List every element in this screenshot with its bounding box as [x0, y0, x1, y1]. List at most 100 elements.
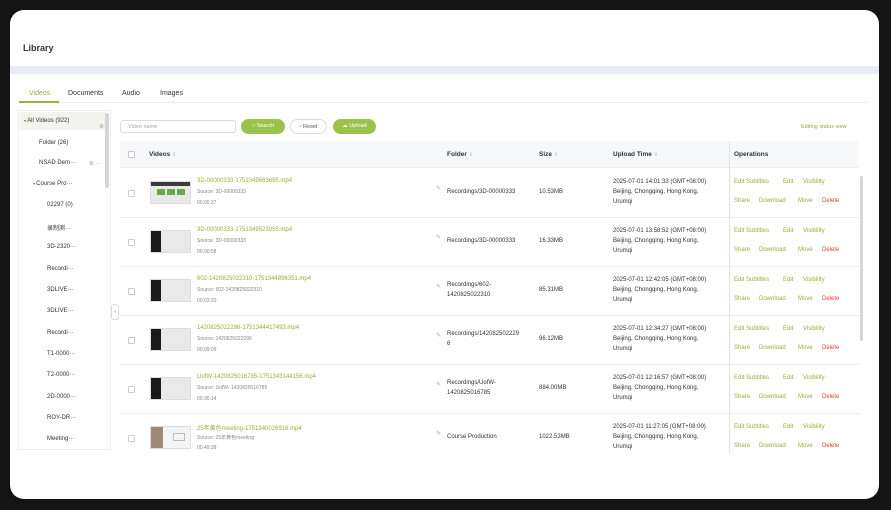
folder-path: Recordings/602-	[447, 282, 492, 288]
folder-path-cont: 1420825016785	[447, 390, 491, 396]
video-thumbnail[interactable]	[150, 279, 191, 302]
folder-cell: Recordings/142082502229 6	[447, 329, 519, 349]
upload-time-line: Urumqi	[613, 346, 633, 352]
operations-column-divider	[729, 141, 859, 453]
video-duration: 00:00:37	[197, 200, 217, 206]
tree-item-3dlive-1[interactable]: 3DLIVE···	[47, 287, 74, 293]
tree-item-folder[interactable]: Folder (26)	[39, 140, 68, 146]
media-tabs: Videos Documents Audio Images	[19, 89, 867, 103]
folder-path-cont: 1420825022310	[447, 292, 491, 298]
table-scrollbar[interactable]	[860, 176, 863, 341]
tree-item-label: NSAD Dem···	[39, 160, 76, 166]
edit-pencil-icon[interactable]: ✎	[436, 332, 441, 339]
tab-videos[interactable]: Videos	[29, 90, 50, 97]
tree-item-recording-test[interactable]: 录制测···	[47, 223, 71, 232]
upload-button[interactable]: ☁ Upload	[333, 119, 376, 134]
tree-item-3dlive-2[interactable]: 3DLIVE···	[47, 308, 74, 314]
sort-icon[interactable]: ⇕	[554, 152, 558, 158]
row-checkbox[interactable]	[128, 386, 135, 393]
edit-pencil-icon[interactable]: ✎	[436, 185, 441, 192]
column-header-upload-time[interactable]: Upload Time ⇕	[613, 141, 658, 168]
video-title-link[interactable]: 25年黄色meeting-1751340026916.mp4	[197, 423, 302, 432]
active-tab-indicator	[19, 101, 59, 103]
search-button-label: Search	[256, 123, 275, 129]
folder-cell: Course Production	[447, 432, 497, 442]
tree-item-recordings-2[interactable]: Recordi···	[47, 330, 74, 336]
video-thumbnail[interactable]	[150, 328, 191, 351]
tree-item-roy-dr[interactable]: ROY-DR···	[47, 415, 76, 421]
tree-item-3d-2320[interactable]: 3D-2320···	[47, 244, 76, 250]
video-thumbnail[interactable]	[150, 426, 191, 449]
search-input[interactable]: Video name	[120, 120, 236, 133]
tree-item-course-production[interactable]: ▾ Course Pro···	[33, 181, 72, 187]
sort-icon[interactable]: ⇕	[172, 152, 176, 158]
tree-item-label: All Videos	[27, 118, 54, 124]
collapse-icon[interactable]: «	[111, 304, 119, 320]
tree-item-t1[interactable]: T1-0000···	[47, 351, 75, 357]
video-duration: 00:09:09	[197, 347, 217, 353]
editing-status-view-link[interactable]: Editing status view	[801, 124, 847, 130]
sort-icon[interactable]: ⇕	[654, 152, 658, 158]
video-thumbnail[interactable]	[150, 377, 191, 400]
row-checkbox[interactable]	[128, 190, 135, 197]
video-thumbnail[interactable]	[150, 230, 191, 253]
video-source: Source: 3D-00000333	[197, 189, 246, 195]
video-title-link[interactable]: UofW-1420825016785-1751343144156.mp4	[197, 374, 316, 380]
edit-pencil-icon[interactable]: ✎	[436, 430, 441, 437]
more-icon[interactable]: ⊕	[99, 118, 104, 136]
folder-cell: Recordings/3D-00000333	[447, 236, 515, 246]
more-icon[interactable]: ⊕ ···	[89, 160, 102, 167]
row-checkbox[interactable]	[128, 239, 135, 246]
sort-icon[interactable]: ⇕	[469, 152, 473, 158]
row-checkbox[interactable]	[128, 435, 135, 442]
upload-time-line: Urumqi	[613, 199, 633, 205]
size-cell: 10.53MB	[539, 189, 564, 195]
tree-item-meeting[interactable]: Meeting···	[47, 436, 74, 442]
tab-images[interactable]: Images	[160, 90, 183, 97]
tree-item-nsad-demo[interactable]: NSAD Dem···	[39, 160, 76, 166]
video-duration: 00:03:20	[197, 298, 217, 304]
video-source: Source: 1420825022296	[197, 336, 252, 342]
video-title-link[interactable]: 3D-00000333-1751349523055.mp4	[197, 227, 292, 233]
column-header-folder[interactable]: Folder ⇕	[447, 141, 473, 168]
folder-path: Course Production	[447, 434, 497, 440]
video-title-link[interactable]: 602-1420825022310-1751344896351.mp4	[197, 276, 311, 282]
tab-documents[interactable]: Documents	[68, 90, 103, 97]
video-source: Source: 25年黄色meeting	[197, 435, 254, 441]
tree-item-recordings-1[interactable]: Recordi···	[47, 266, 74, 272]
column-header-size[interactable]: Size ⇕	[539, 141, 558, 168]
column-title: Size	[539, 151, 553, 158]
video-duration: 00:00:58	[197, 249, 217, 255]
edit-pencil-icon[interactable]: ✎	[436, 283, 441, 290]
video-duration: 00:36:14	[197, 396, 217, 402]
search-button[interactable]: ○ Search	[241, 119, 285, 134]
sidebar-scrollbar[interactable]	[105, 113, 109, 188]
column-header-videos[interactable]: Videos ⇕	[149, 141, 176, 168]
video-source: Source: 3D-00000333	[197, 238, 246, 244]
tree-item-2d[interactable]: 2D-0000···	[47, 394, 76, 400]
video-title-link[interactable]: 1420825022296-1751344417493.mp4	[197, 325, 299, 331]
video-title-link[interactable]: 3D-00000333-1751349663695.mp4	[197, 178, 292, 184]
reset-button-label: Reset	[303, 124, 318, 130]
video-thumbnail[interactable]	[150, 181, 191, 204]
tree-item-count: (922)	[55, 118, 70, 124]
reset-button[interactable]: ▫ Reset	[290, 119, 327, 134]
upload-time-cell: 2025-07-01 11:27:05 (GMT+08:00) Beijing, …	[613, 422, 706, 452]
tree-item-t2[interactable]: T2-0000···	[47, 372, 75, 378]
tab-audio[interactable]: Audio	[122, 90, 140, 97]
page-title: Library	[23, 43, 54, 53]
tree-item-all-videos[interactable]: ▾ All Videos (922) ⊕	[20, 112, 106, 130]
upload-time-cell: 2025-07-01 12:34:27 (GMT+08:00) Beijing, …	[613, 324, 706, 354]
folder-path-cont: 6	[447, 341, 451, 347]
upload-time-line: Beijing, Chongqing, Hong Kong,	[613, 385, 699, 391]
tree-item-02297[interactable]: 02297 (0)	[47, 202, 73, 208]
row-checkbox[interactable]	[128, 337, 135, 344]
edit-pencil-icon[interactable]: ✎	[436, 234, 441, 241]
select-all-checkbox[interactable]	[128, 151, 135, 158]
row-checkbox[interactable]	[128, 288, 135, 295]
edit-pencil-icon[interactable]: ✎	[436, 381, 441, 388]
upload-time-line: Beijing, Chongqing, Hong Kong,	[613, 434, 699, 440]
folder-path: Recordings/142082502229	[447, 331, 520, 337]
videos-table: Videos ⇕ Folder ⇕ Size ⇕ Upload Time ⇕ O…	[120, 141, 859, 453]
folder-path: Recordings/3D-00000333	[447, 238, 516, 244]
